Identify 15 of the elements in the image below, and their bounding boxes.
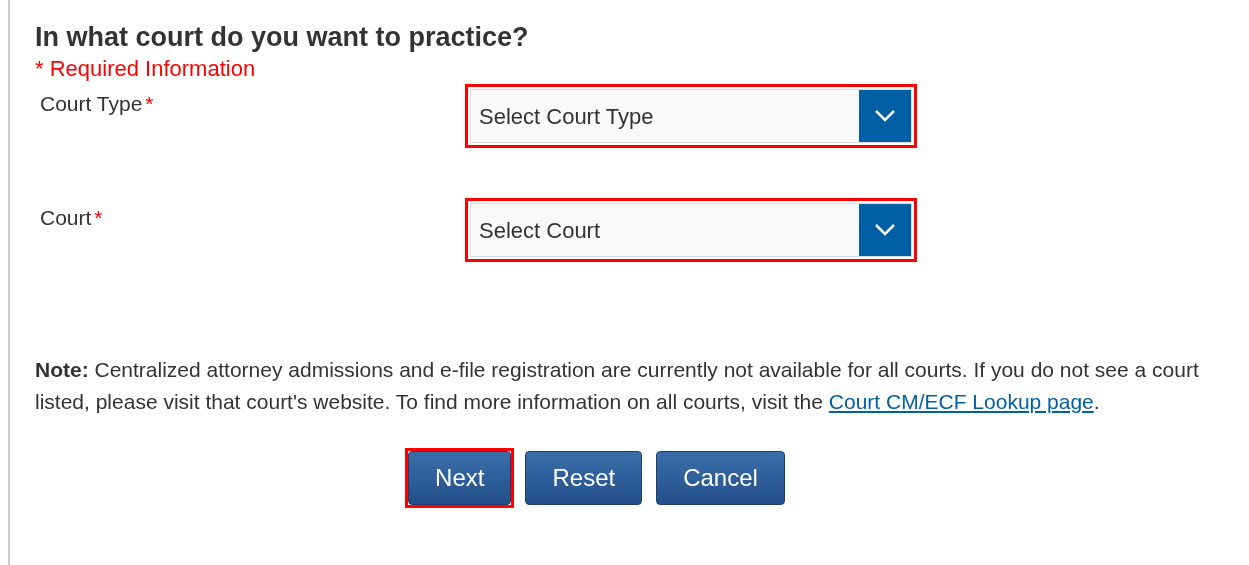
select-dropdown[interactable]: Select Court xyxy=(470,202,912,257)
field-label: Court xyxy=(40,205,92,229)
form-button[interactable]: Next xyxy=(408,450,512,505)
lookup-page-link[interactable]: Court CM/ECF Lookup page xyxy=(828,389,1094,413)
field-label: Court Type xyxy=(40,91,143,115)
note-paragraph: Note: Centralized attorney admissions and e-file registration are currently not available for all courts. If you do not see a court listed, please visit that court's website. To find more information on all courts, visit the Court CM/ECF Lookup page. xyxy=(35,356,1200,415)
required-marker: * xyxy=(94,205,103,229)
page-heading: In what court do you want to practice? xyxy=(35,21,530,54)
chevron-down-icon xyxy=(874,108,896,123)
chevron-down-icon xyxy=(874,222,896,237)
select-dropdown[interactable]: Select Court Type xyxy=(470,88,912,143)
required-information-note: * Required Information xyxy=(35,55,257,84)
form-button[interactable]: Cancel xyxy=(656,450,785,505)
form-button[interactable]: Reset xyxy=(525,450,643,505)
required-marker: * xyxy=(145,91,154,115)
